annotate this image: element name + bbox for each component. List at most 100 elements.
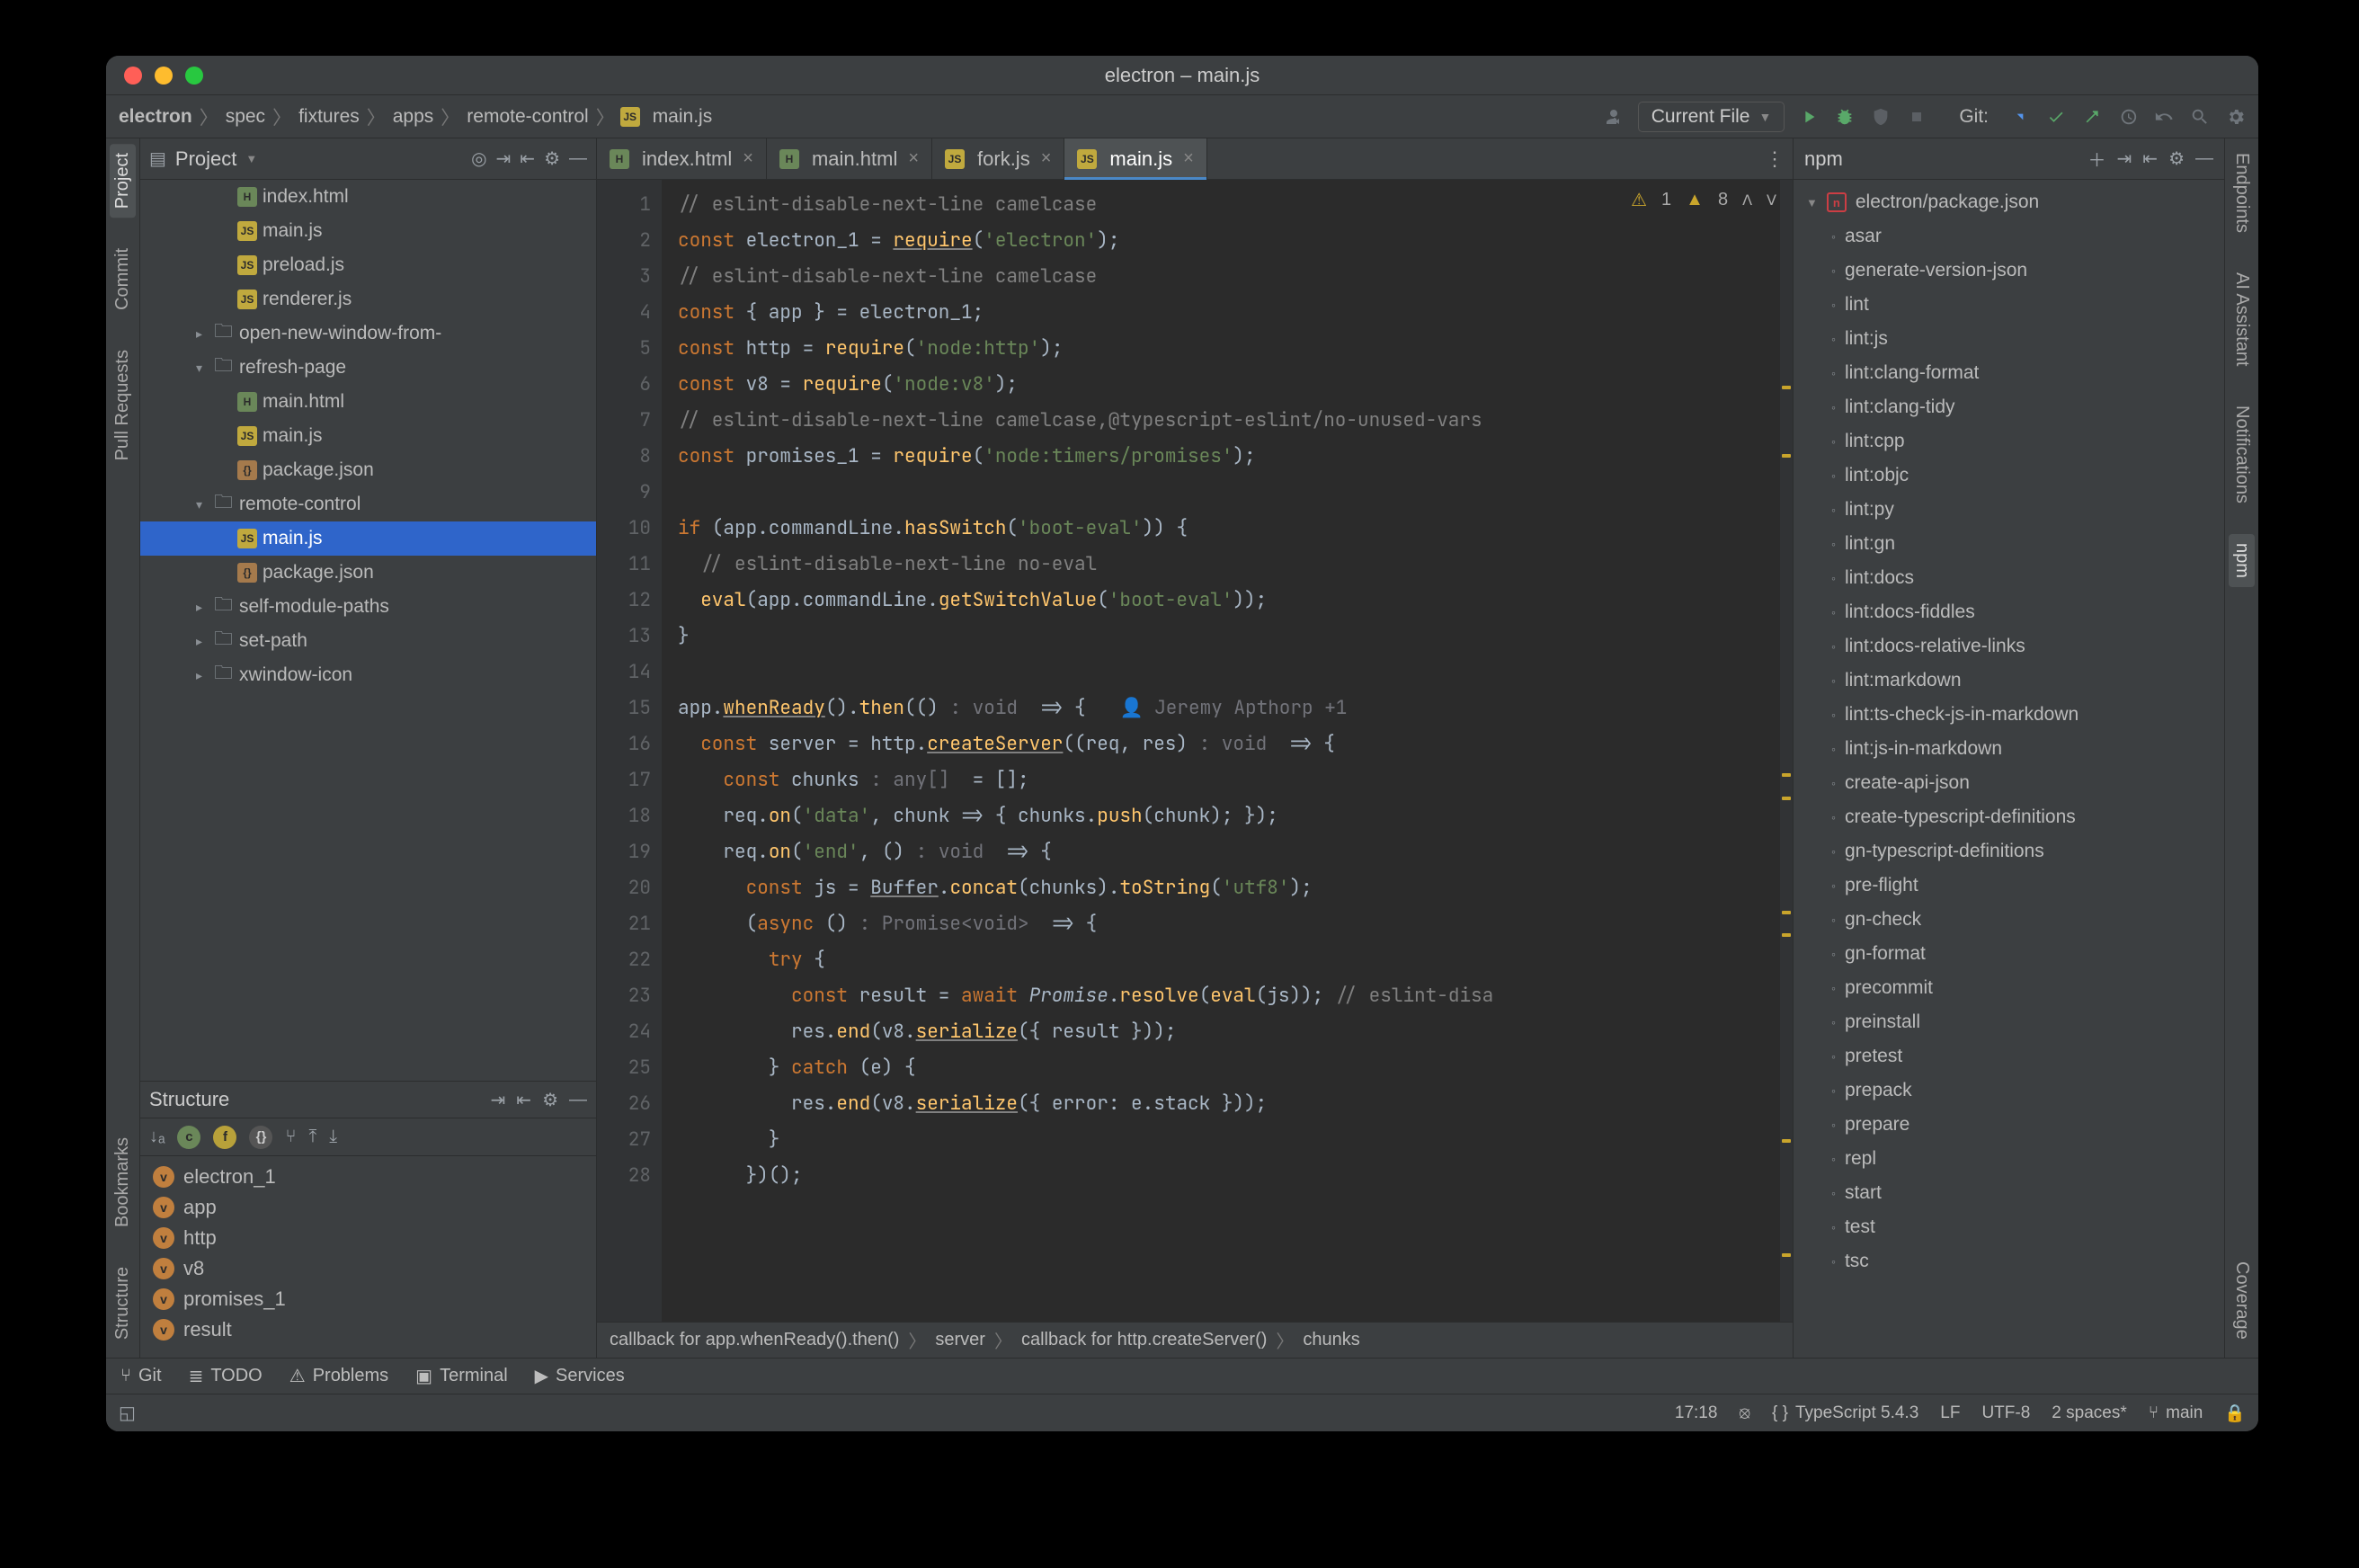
git-update-button[interactable] (2008, 105, 2032, 129)
npm-script-item[interactable]: ◦lint:clang-format (1794, 356, 2224, 390)
tree-row[interactable]: ▸🗀xwindow-icon (140, 658, 596, 692)
project-view-icon[interactable]: ▤ (149, 147, 166, 170)
gear-icon[interactable]: ⚙ (542, 1089, 558, 1111)
tree-row[interactable]: JSmain.js (140, 419, 596, 453)
run-button[interactable] (1797, 105, 1820, 129)
stop-button[interactable] (1905, 105, 1928, 129)
hide-icon[interactable]: — (2195, 148, 2213, 169)
code-crumb[interactable]: server (935, 1330, 985, 1350)
tab-notifications[interactable]: Notifications (2229, 396, 2255, 512)
code-breadcrumbs[interactable]: callback for app.whenReady().then() 〉 se… (597, 1322, 1793, 1358)
tree-row[interactable]: ▸🗀open-new-window-from- (140, 316, 596, 351)
collapse-all-icon[interactable]: ⇤ (516, 1089, 531, 1111)
structure-list[interactable]: velectron_1vappvhttpvv8vpromises_1vresul… (140, 1156, 596, 1358)
tab-bookmarks[interactable]: Bookmarks (110, 1128, 136, 1236)
crumb-mainjs[interactable]: main.js (651, 106, 715, 128)
file-encoding[interactable]: UTF-8 (1981, 1403, 2030, 1423)
language-level[interactable]: { }TypeScript 5.4.3 (1772, 1403, 1918, 1423)
editor[interactable]: 1234567891011121314151617181920212223242… (597, 180, 1793, 1322)
npm-script-item[interactable]: ◦repl (1794, 1142, 2224, 1176)
npm-script-item[interactable]: ◦lint:docs (1794, 561, 2224, 595)
close-window-button[interactable] (124, 67, 142, 85)
npm-script-item[interactable]: ◦lint:js (1794, 322, 2224, 356)
structure-item[interactable]: velectron_1 (153, 1162, 583, 1192)
tab-commit[interactable]: Commit (110, 239, 136, 319)
npm-script-item[interactable]: ◦pretest (1794, 1039, 2224, 1074)
code-content[interactable]: // eslint-disable-next-line camelcase co… (662, 180, 1793, 1322)
filter-icon[interactable]: ⑂ (285, 1127, 296, 1147)
tw-todo[interactable]: ≣TODO (189, 1365, 263, 1387)
tree-row[interactable]: Hmain.html (140, 385, 596, 419)
tree-row[interactable]: JSrenderer.js (140, 282, 596, 316)
npm-script-item[interactable]: ◦lint:gn (1794, 527, 2224, 561)
rollback-button[interactable] (2152, 105, 2176, 129)
close-tab-button[interactable]: × (743, 148, 753, 169)
tw-problems[interactable]: ⚠Problems (289, 1365, 388, 1387)
project-panel-title[interactable]: Project ▼ (175, 147, 257, 171)
close-tab-button[interactable]: × (1183, 148, 1194, 169)
tree-row[interactable]: {}package.json (140, 453, 596, 487)
editor-tab[interactable]: JSfork.js× (932, 138, 1064, 179)
project-tree[interactable]: Hindex.htmlJSmain.jsJSpreload.jsJSrender… (140, 180, 596, 1081)
npm-script-item[interactable]: ◦lint:ts-check-js-in-markdown (1794, 698, 2224, 732)
npm-script-item[interactable]: ◦gn-format (1794, 937, 2224, 971)
git-push-button[interactable] (2080, 105, 2104, 129)
tab-ai-assistant[interactable]: AI Assistant (2229, 263, 2255, 376)
npm-script-item[interactable]: ◦gn-typescript-definitions (1794, 834, 2224, 869)
add-user-icon[interactable] (1602, 105, 1625, 129)
npm-script-item[interactable]: ◦lint (1794, 288, 2224, 322)
editor-tab[interactable]: Hmain.html× (767, 138, 932, 179)
npm-script-item[interactable]: ◦asar (1794, 219, 2224, 254)
npm-script-item[interactable]: ◦create-api-json (1794, 766, 2224, 800)
tab-pull-requests[interactable]: Pull Requests (110, 341, 136, 469)
tree-row[interactable]: ▾🗀remote-control (140, 487, 596, 521)
error-stripe[interactable] (1780, 180, 1793, 1322)
npm-script-item[interactable]: ◦prepare (1794, 1108, 2224, 1142)
collapse-all-icon[interactable]: ⇤ (2142, 147, 2158, 170)
npm-script-item[interactable]: ◦lint:cpp (1794, 424, 2224, 459)
close-tab-button[interactable]: × (908, 148, 919, 169)
expand-all-icon[interactable]: ⇥ (2117, 147, 2132, 170)
tw-terminal[interactable]: ▣Terminal (415, 1365, 507, 1387)
npm-script-item[interactable]: ◦lint:docs-relative-links (1794, 629, 2224, 664)
settings-button[interactable] (2224, 105, 2248, 129)
expand-all-icon[interactable]: ⇥ (491, 1089, 506, 1111)
npm-script-item[interactable]: ◦pre-flight (1794, 869, 2224, 903)
tree-row[interactable]: {}package.json (140, 556, 596, 590)
tw-services[interactable]: ▶Services (535, 1365, 625, 1387)
inspection-widget[interactable]: ⚠1 ▲8 ᐱ ᐯ (1631, 189, 1776, 211)
git-branch[interactable]: ⑂main (2149, 1403, 2203, 1423)
tab-npm[interactable]: npm (2229, 534, 2255, 587)
code-crumb[interactable]: callback for http.createServer() (1021, 1330, 1267, 1350)
structure-item[interactable]: vv8 (153, 1253, 583, 1284)
tab-endpoints[interactable]: Endpoints (2229, 144, 2255, 242)
coverage-button[interactable] (1869, 105, 1892, 129)
caret-position[interactable]: 17:18 (1675, 1403, 1718, 1423)
locate-icon[interactable]: ◎ (471, 147, 486, 170)
tree-row[interactable]: JSpreload.js (140, 248, 596, 282)
npm-script-item[interactable]: ◦lint:objc (1794, 459, 2224, 493)
line-number-gutter[interactable]: 1234567891011121314151617181920212223242… (597, 180, 662, 1322)
debug-button[interactable] (1833, 105, 1856, 129)
structure-item[interactable]: vhttp (153, 1223, 583, 1253)
crumb-apps[interactable]: apps (391, 106, 436, 128)
npm-root[interactable]: ▼ n electron/package.json (1794, 185, 2224, 219)
indent-settings[interactable]: 2 spaces* (2052, 1403, 2126, 1423)
crumb-remote-control[interactable]: remote-control (465, 106, 590, 128)
npm-script-item[interactable]: ◦lint:py (1794, 493, 2224, 527)
npm-script-item[interactable]: ◦lint:docs-fiddles (1794, 595, 2224, 629)
git-commit-button[interactable] (2044, 105, 2068, 129)
collapse-all-icon[interactable]: ⇤ (520, 147, 535, 170)
lock-icon[interactable]: 🔒 (2224, 1403, 2246, 1424)
structure-item[interactable]: vapp (153, 1192, 583, 1223)
tool-window-quick-access-icon[interactable]: ◱ (119, 1402, 136, 1424)
npm-script-item[interactable]: ◦gn-check (1794, 903, 2224, 937)
code-crumb[interactable]: callback for app.whenReady().then() (610, 1330, 899, 1350)
gear-icon[interactable]: ⚙ (2168, 147, 2185, 170)
npm-script-item[interactable]: ◦tsc (1794, 1244, 2224, 1278)
crumb-electron[interactable]: electron (117, 106, 194, 128)
zoom-window-button[interactable] (185, 67, 203, 85)
crumb-spec[interactable]: spec (224, 106, 267, 128)
history-button[interactable] (2116, 105, 2140, 129)
structure-item[interactable]: vpromises_1 (153, 1284, 583, 1314)
